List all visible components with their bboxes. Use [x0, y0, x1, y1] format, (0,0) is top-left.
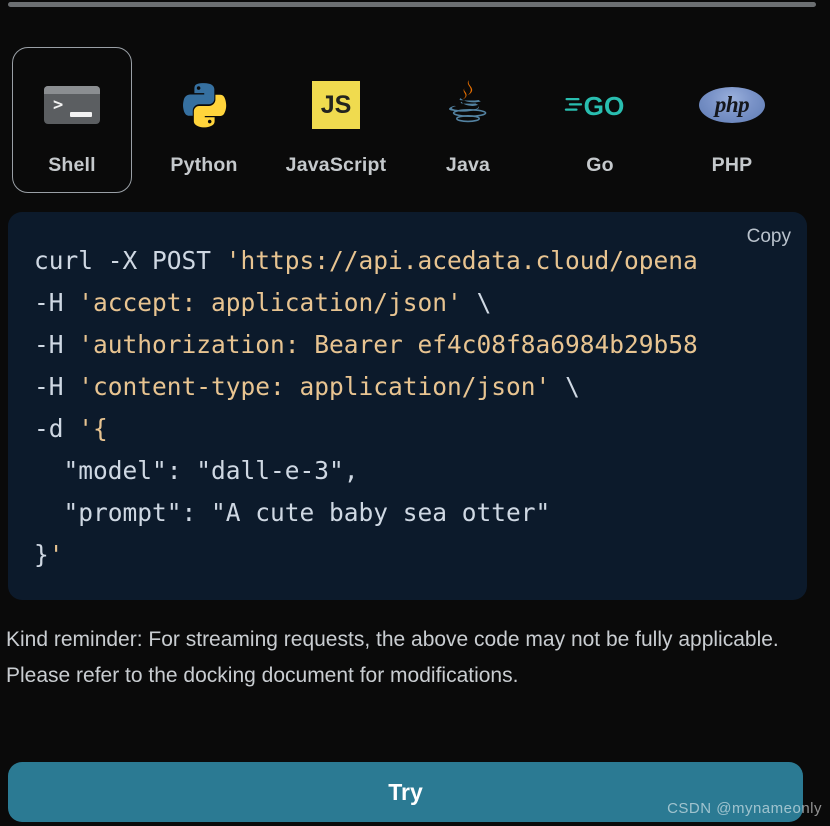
language-tab-python[interactable]: Python — [144, 47, 264, 193]
reminder-text: Kind reminder: For streaming requests, t… — [6, 628, 779, 687]
javascript-icon: JS — [277, 74, 395, 136]
terminal-icon: > — [13, 74, 131, 136]
code-line: "model": "dall-e-3", — [34, 456, 359, 485]
language-tab-label: Python — [170, 154, 238, 176]
language-tab-label: Shell — [48, 154, 96, 176]
code-line: -H 'accept: application/json' \ — [34, 288, 492, 317]
copy-button[interactable]: Copy — [747, 226, 791, 248]
horizontal-scrollbar[interactable] — [8, 2, 816, 7]
language-tab-label: Go — [586, 154, 614, 176]
code-line: -H 'authorization: Bearer ef4c08f8a6984b… — [34, 330, 698, 359]
language-tab-label: PHP — [711, 154, 753, 176]
try-button[interactable]: Try — [8, 762, 803, 822]
language-tab-strip: > Shell Python JS JavaScript Java GO Go … — [0, 47, 830, 207]
go-icon: GO — [541, 74, 659, 136]
python-icon — [145, 74, 263, 136]
code-content[interactable]: curl -X POST 'https://api.acedata.cloud/… — [34, 240, 698, 576]
code-line: -H 'content-type: application/json' \ — [34, 372, 580, 401]
language-tab-go[interactable]: GO Go — [540, 47, 660, 193]
language-tab-label: Java — [445, 154, 491, 176]
code-line: curl -X POST 'https://api.acedata.cloud/… — [34, 246, 698, 275]
java-icon — [409, 74, 527, 136]
code-line: "prompt": "A cute baby sea otter" — [34, 498, 551, 527]
language-tab-php[interactable]: php PHP — [672, 47, 792, 193]
language-tab-javascript[interactable]: JS JavaScript — [276, 47, 396, 193]
code-line: -d '{ — [34, 414, 108, 443]
code-block-panel: Copy curl -X POST 'https://api.acedata.c… — [8, 212, 807, 600]
code-line: }' — [34, 540, 64, 569]
top-scrollbar-area — [0, 0, 830, 12]
svg-text:GO: GO — [584, 91, 625, 121]
language-tab-shell[interactable]: > Shell — [12, 47, 132, 193]
language-tab-java[interactable]: Java — [408, 47, 528, 193]
language-tab-label: JavaScript — [285, 154, 387, 176]
php-icon: php — [673, 74, 791, 136]
